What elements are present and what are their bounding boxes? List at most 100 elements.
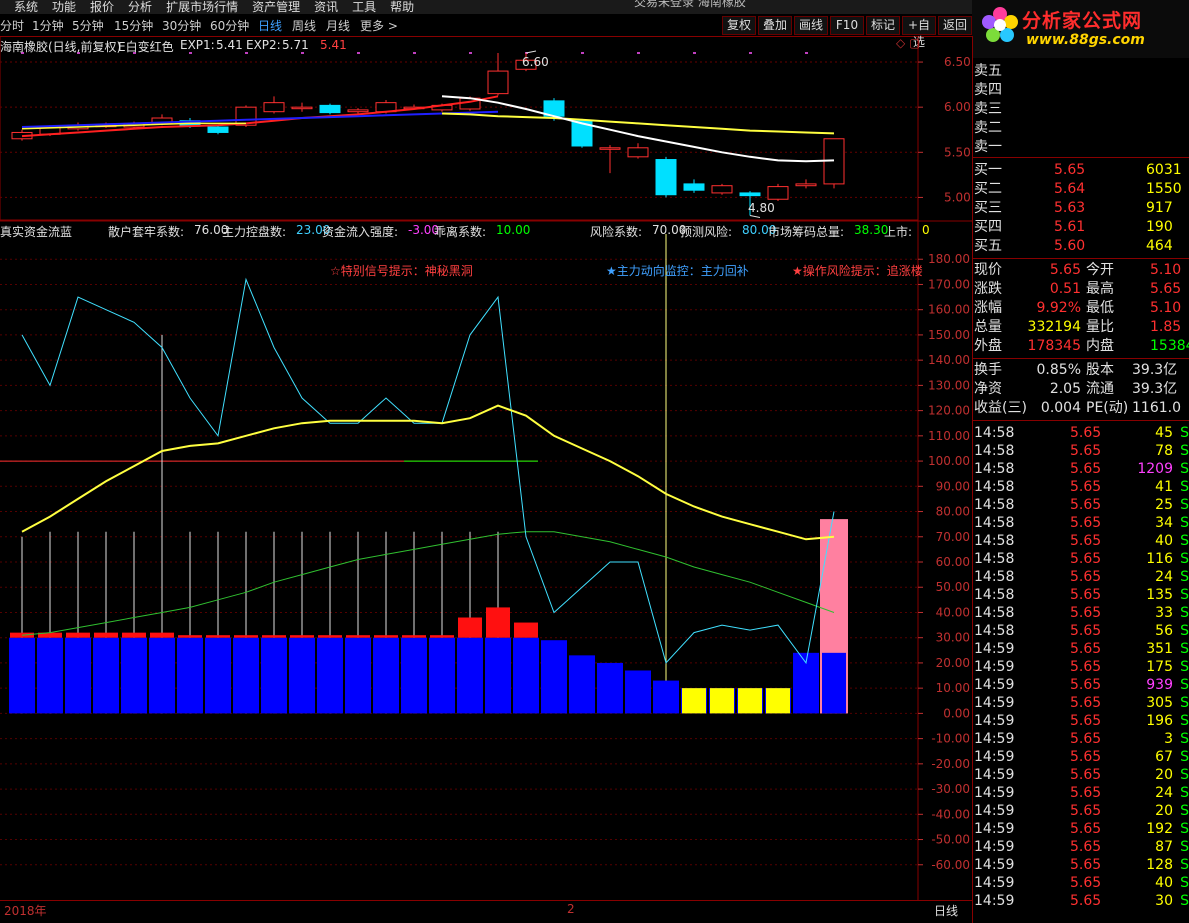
- toolbar-button-1[interactable]: 叠加: [758, 16, 792, 35]
- sell-row[interactable]: 卖三: [972, 100, 1189, 119]
- window-title: 交易未登录 海南橡胶: [634, 0, 746, 9]
- toolbar-button-5[interactable]: +自选: [902, 16, 936, 49]
- indicator-tick-label: 150.00: [928, 328, 970, 342]
- blue-fund-bar: [261, 637, 287, 714]
- toolbar-button-0[interactable]: 复权: [722, 16, 756, 35]
- red-cap-bar: [514, 622, 538, 638]
- tick-price: 5.65: [1070, 479, 1102, 495]
- blue-fund-bar: [401, 637, 427, 714]
- menu-item-5[interactable]: 资产管理: [252, 1, 300, 13]
- indicator-tick-label: -40.00: [931, 807, 970, 821]
- buy-row[interactable]: 买五 5.60 464: [972, 237, 1189, 256]
- metric-label-2: 资金流入强度:: [322, 225, 399, 239]
- green-stage-bar: [570, 461, 594, 638]
- tick-side: S: [1180, 857, 1189, 873]
- quote-value: 5.10: [1150, 300, 1182, 316]
- buy-row[interactable]: 买三 5.63 917: [972, 199, 1189, 218]
- tick-row: 14:58 5.65 135 S: [972, 586, 1189, 604]
- tick-price: 5.65: [1070, 623, 1102, 639]
- tick-side: S: [1180, 497, 1189, 513]
- indicator-name: E白变红色: [118, 40, 174, 54]
- toolbar-button-6[interactable]: 返回: [938, 16, 972, 35]
- tick-row: 14:59 5.65 3 S: [972, 730, 1189, 748]
- chart-area[interactable]: 6.50 6.00 5.50 5.00 180.00 170.00 160.00 150.00…: [0, 36, 972, 900]
- stats-label: PE(动): [1086, 400, 1129, 416]
- tick-price: 5.65: [1070, 695, 1102, 711]
- tick-time: 14:59: [974, 731, 1015, 747]
- period-tab-5[interactable]: 60分钟: [210, 17, 249, 34]
- period-tab-7[interactable]: 周线: [292, 17, 316, 34]
- toolbar-button-4[interactable]: 标记: [866, 16, 900, 35]
- tick-row: 14:58 5.65 116 S: [972, 550, 1189, 568]
- red-stage-bar: [262, 435, 286, 462]
- buy-row[interactable]: 买四 5.61 190: [972, 218, 1189, 237]
- menu-item-2[interactable]: 报价: [90, 1, 114, 13]
- period-tab-9[interactable]: 更多 >: [360, 17, 398, 34]
- menu-item-6[interactable]: 资讯: [314, 1, 338, 13]
- quote-value: 153849: [1150, 338, 1189, 354]
- tick-volume: 135: [1146, 587, 1173, 603]
- tick-volume: 128: [1146, 857, 1173, 873]
- period-tab-6[interactable]: 日线: [258, 17, 282, 34]
- sell-row[interactable]: 卖二: [972, 119, 1189, 138]
- menu-item-4[interactable]: 扩展市场行情: [166, 1, 238, 13]
- candle: [823, 138, 845, 189]
- sell-row[interactable]: 卖五: [972, 62, 1189, 81]
- period-tab-3[interactable]: 15分钟: [114, 17, 153, 34]
- buy-row[interactable]: 买一 5.65 6031: [972, 161, 1189, 180]
- red-stage-bar: [122, 334, 146, 462]
- blue-fund-bar: [373, 637, 399, 714]
- year-label: 2018年: [4, 904, 47, 918]
- candle-body: [627, 147, 649, 158]
- tick-volume: 24: [1155, 785, 1173, 801]
- toolbar-button-3[interactable]: F10: [830, 16, 864, 35]
- green-stage-bar: [710, 461, 734, 588]
- stats-value: 0.85%: [1036, 362, 1081, 378]
- buy-label: 买二: [974, 181, 1002, 197]
- buy-label: 买三: [974, 200, 1002, 216]
- buy-row[interactable]: 买二 5.64 1550: [972, 180, 1189, 199]
- period-tab-0[interactable]: 分时: [0, 17, 24, 34]
- sell-row[interactable]: 卖四: [972, 81, 1189, 100]
- menu-item-7[interactable]: 工具: [352, 1, 376, 13]
- red-cap-bar: [178, 635, 202, 638]
- tick-side: S: [1180, 767, 1189, 783]
- bottom-period-label[interactable]: 日线: [934, 902, 958, 919]
- blue-fund-bar: [653, 680, 679, 714]
- tick-time: 14:58: [974, 533, 1015, 549]
- period-tab-1[interactable]: 1分钟: [32, 17, 64, 34]
- buy-volume: 6031: [1146, 162, 1182, 178]
- tick-volume: 939: [1146, 677, 1173, 693]
- panel-corner-icons[interactable]: ◇ ▢: [896, 36, 920, 50]
- stats-value: 2.05: [1049, 381, 1081, 397]
- sell-row[interactable]: 卖一: [972, 138, 1189, 157]
- tick-volume: 56: [1155, 623, 1173, 639]
- tick-time: 14:59: [974, 893, 1015, 909]
- tick-volume: 41: [1155, 479, 1173, 495]
- period-tab-2[interactable]: 5分钟: [72, 17, 104, 34]
- period-bar: 分时 1分钟 5分钟 15分钟 30分钟 60分钟 日线 周线 月线 更多 > 复权 叠加 画线 F10…: [0, 14, 972, 49]
- menu-item-3[interactable]: 分析: [128, 1, 152, 13]
- indicator-tick-label: 180.00: [928, 252, 970, 266]
- menu-item-1[interactable]: 功能: [52, 1, 76, 13]
- tick-row: 14:59 5.65 351 S: [972, 640, 1189, 658]
- period-tab-8[interactable]: 月线: [326, 17, 350, 34]
- indicator-tick-label: 120.00: [928, 404, 970, 418]
- low-arrow: [749, 214, 761, 218]
- red-cap-bar: [430, 635, 454, 638]
- quote-row: 涨幅 9.92% 最低 5.10: [972, 299, 1189, 318]
- toolbar-button-2[interactable]: 画线: [794, 16, 828, 35]
- red-cap-bar: [486, 607, 510, 638]
- menu-item-0[interactable]: 系统: [14, 1, 38, 13]
- tick-price: 5.65: [1070, 533, 1102, 549]
- tick-time: 14:58: [974, 425, 1015, 441]
- quote-label: 总量: [974, 319, 1002, 335]
- tick-volume: 34: [1155, 515, 1173, 531]
- menu-item-8[interactable]: 帮助: [390, 1, 414, 13]
- stats-label: 流通: [1086, 381, 1114, 397]
- tick-price: 5.65: [1070, 731, 1102, 747]
- indicator-tick-label: 110.00: [928, 429, 970, 443]
- tick-side: S: [1180, 515, 1189, 531]
- tick-time: 14:59: [974, 749, 1015, 765]
- period-tab-4[interactable]: 30分钟: [162, 17, 201, 34]
